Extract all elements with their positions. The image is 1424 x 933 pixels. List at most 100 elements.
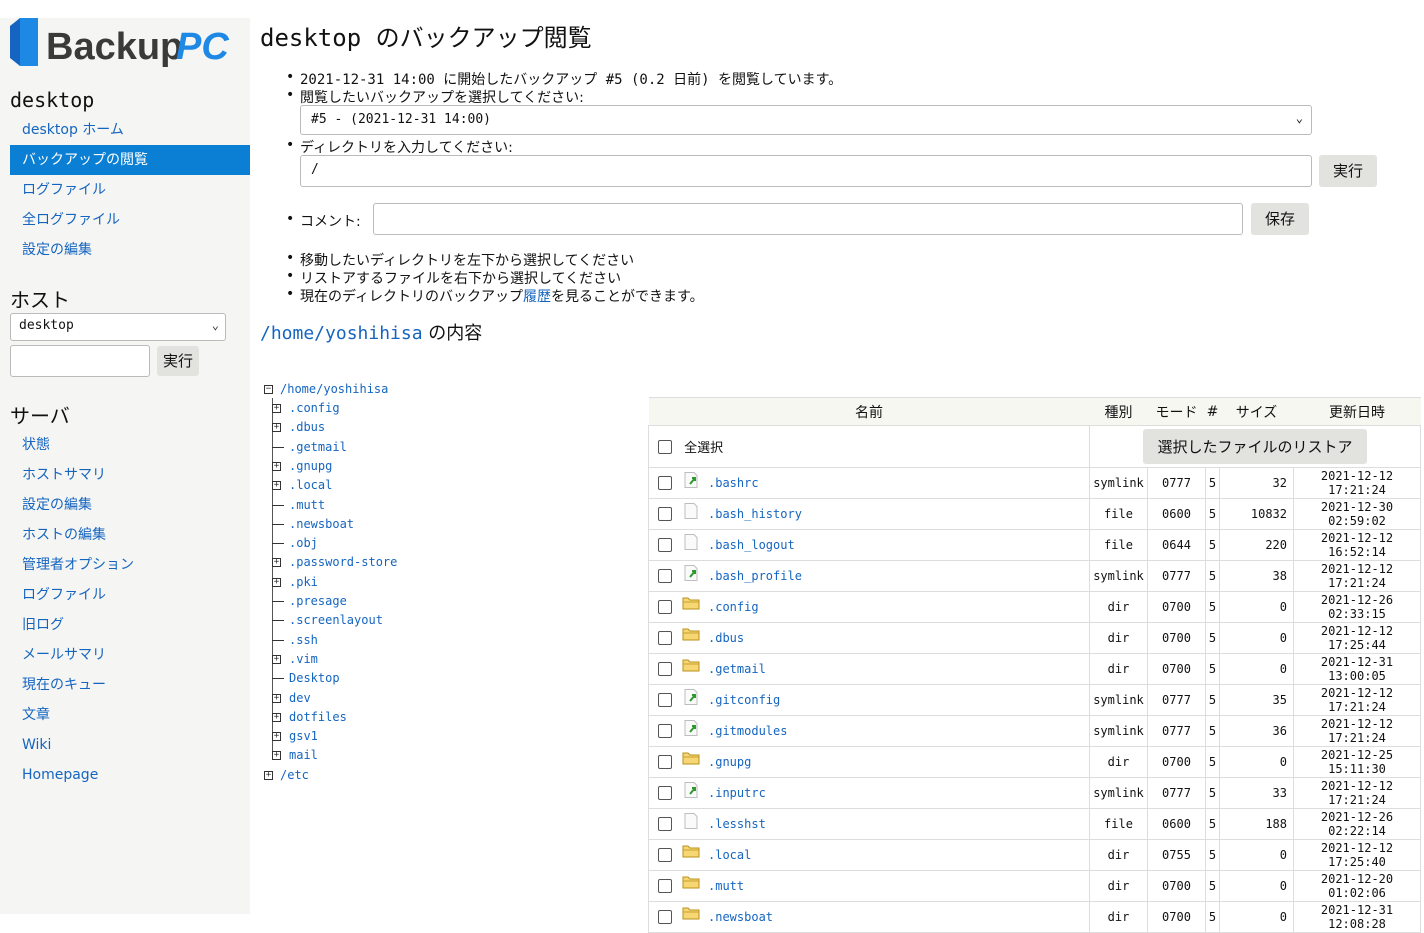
expand-icon[interactable]: +: [272, 732, 281, 742]
row-checkbox[interactable]: [658, 693, 672, 707]
tree-sibling-link[interactable]: /etc: [280, 766, 309, 784]
tree-item-link[interactable]: .dbus: [289, 418, 325, 436]
expand-icon[interactable]: +: [272, 404, 281, 413]
expand-icon[interactable]: +: [272, 577, 281, 587]
expand-icon[interactable]: +: [264, 770, 273, 780]
tree-item-link[interactable]: .config: [289, 399, 340, 417]
file-name-link[interactable]: .inputrc: [708, 786, 766, 800]
host-nav-item[interactable]: 設定の編集: [10, 235, 250, 265]
file-name-link[interactable]: .bash_profile: [708, 569, 802, 583]
row-checkbox[interactable]: [658, 476, 672, 490]
host-go-button[interactable]: 実行: [157, 346, 199, 376]
directory-input[interactable]: /: [300, 155, 1312, 187]
history-link[interactable]: 履歴: [523, 289, 551, 305]
file-name-link[interactable]: .bashrc: [708, 476, 759, 490]
server-nav-item[interactable]: 設定の編集: [10, 490, 250, 520]
tree-item-link[interactable]: .mutt: [289, 496, 325, 514]
tree-item-link[interactable]: .ssh: [289, 631, 318, 649]
directory-go-button[interactable]: 実行: [1319, 155, 1377, 187]
row-checkbox[interactable]: [658, 600, 672, 614]
server-nav-item[interactable]: 現在のキュー: [10, 670, 250, 700]
server-nav-item[interactable]: ログファイル: [10, 580, 250, 610]
row-checkbox[interactable]: [658, 507, 672, 521]
host-search-input[interactable]: [10, 345, 150, 377]
tree-item-link[interactable]: gsv1: [289, 727, 318, 745]
file-name-link[interactable]: .config: [708, 600, 759, 614]
header-type[interactable]: 種別: [1089, 397, 1148, 426]
tree-item-link[interactable]: .vim: [289, 650, 318, 668]
server-nav-item[interactable]: ホストサマリ: [10, 460, 250, 490]
server-nav-item[interactable]: メールサマリ: [10, 640, 250, 670]
row-checkbox[interactable]: [658, 910, 672, 924]
tree-item-link[interactable]: .presage: [289, 592, 347, 610]
server-nav-item[interactable]: Wiki: [10, 730, 250, 760]
expand-icon[interactable]: +: [272, 693, 281, 703]
file-name-link[interactable]: .local: [708, 848, 751, 862]
contents-path-link[interactable]: /home/yoshihisa: [260, 323, 423, 344]
file-name-link[interactable]: .mutt: [708, 879, 744, 893]
tree-root-link[interactable]: /home/yoshihisa: [280, 380, 388, 398]
tree-item-link[interactable]: .screenlayout: [289, 611, 383, 629]
row-checkbox[interactable]: [658, 848, 672, 862]
restore-selected-button[interactable]: 選択したファイルのリストア: [1143, 429, 1367, 464]
expand-icon[interactable]: +: [272, 461, 281, 471]
save-button[interactable]: 保存: [1251, 203, 1309, 235]
row-checkbox[interactable]: [658, 786, 672, 800]
row-checkbox[interactable]: [658, 817, 672, 831]
expand-icon[interactable]: +: [272, 712, 281, 722]
host-nav-item[interactable]: desktop ホーム: [10, 115, 250, 145]
file-name-link[interactable]: .dbus: [708, 631, 744, 645]
row-checkbox[interactable]: [658, 755, 672, 769]
tree-item-link[interactable]: .password-store: [289, 553, 397, 571]
tree-item-link[interactable]: .newsboat: [289, 515, 354, 533]
file-name-link[interactable]: .gitconfig: [708, 693, 780, 707]
collapse-icon[interactable]: −: [264, 385, 273, 394]
tree-item-link[interactable]: .gnupg: [289, 457, 332, 475]
server-nav-item[interactable]: Homepage: [10, 760, 250, 790]
comment-input[interactable]: [373, 203, 1243, 235]
tree-item-link[interactable]: dotfiles: [289, 708, 347, 726]
host-nav-item[interactable]: バックアップの閲覧: [10, 145, 250, 175]
tree-item-link[interactable]: Desktop: [289, 669, 340, 687]
header-name[interactable]: 名前: [648, 397, 1090, 426]
expand-icon[interactable]: +: [272, 558, 281, 568]
file-name-link[interactable]: .lesshst: [708, 817, 766, 831]
header-mode[interactable]: モード: [1147, 397, 1206, 426]
row-checkbox[interactable]: [658, 631, 672, 645]
server-nav-item[interactable]: 旧ログ: [10, 610, 250, 640]
expand-icon[interactable]: +: [272, 481, 281, 491]
row-checkbox[interactable]: [658, 538, 672, 552]
expand-icon[interactable]: +: [272, 751, 281, 761]
file-name-link[interactable]: .gnupg: [708, 755, 751, 769]
select-all-checkbox[interactable]: [658, 439, 672, 454]
tree-item-link[interactable]: .getmail: [289, 438, 347, 456]
row-checkbox[interactable]: [658, 724, 672, 738]
server-nav-item[interactable]: 状態: [10, 430, 250, 460]
expand-icon[interactable]: +: [272, 423, 281, 433]
host-nav-item[interactable]: 全ログファイル: [10, 205, 250, 235]
file-name-link[interactable]: .getmail: [708, 662, 766, 676]
expand-icon[interactable]: +: [272, 654, 281, 664]
backup-select[interactable]: #5 - (2021-12-31 14:00) ⌄: [300, 105, 1312, 135]
server-nav-item[interactable]: 管理者オプション: [10, 550, 250, 580]
tree-item-link[interactable]: .local: [289, 476, 332, 494]
file-name-link[interactable]: .newsboat: [708, 910, 773, 924]
header-mtime[interactable]: 更新日時: [1293, 397, 1421, 426]
server-nav-item[interactable]: 文章: [10, 700, 250, 730]
row-checkbox[interactable]: [658, 879, 672, 893]
file-name-link[interactable]: .bash_history: [708, 507, 802, 521]
tree-item-link[interactable]: dev: [289, 689, 311, 707]
header-size[interactable]: サイズ: [1219, 397, 1294, 426]
host-nav-item[interactable]: ログファイル: [10, 175, 250, 205]
server-nav-item[interactable]: ホストの編集: [10, 520, 250, 550]
backuppc-logo[interactable]: Backup PC: [10, 18, 240, 68]
file-name-link[interactable]: .bash_logout: [708, 538, 795, 552]
host-select[interactable]: desktop ⌄: [10, 313, 226, 341]
row-checkbox[interactable]: [658, 662, 672, 676]
file-name-link[interactable]: .gitmodules: [708, 724, 787, 738]
tree-item-link[interactable]: .pki: [289, 573, 318, 591]
row-checkbox[interactable]: [658, 569, 672, 583]
header-num[interactable]: #: [1205, 397, 1220, 426]
tree-item-link[interactable]: .obj: [289, 534, 318, 552]
tree-item-link[interactable]: mail: [289, 746, 318, 764]
